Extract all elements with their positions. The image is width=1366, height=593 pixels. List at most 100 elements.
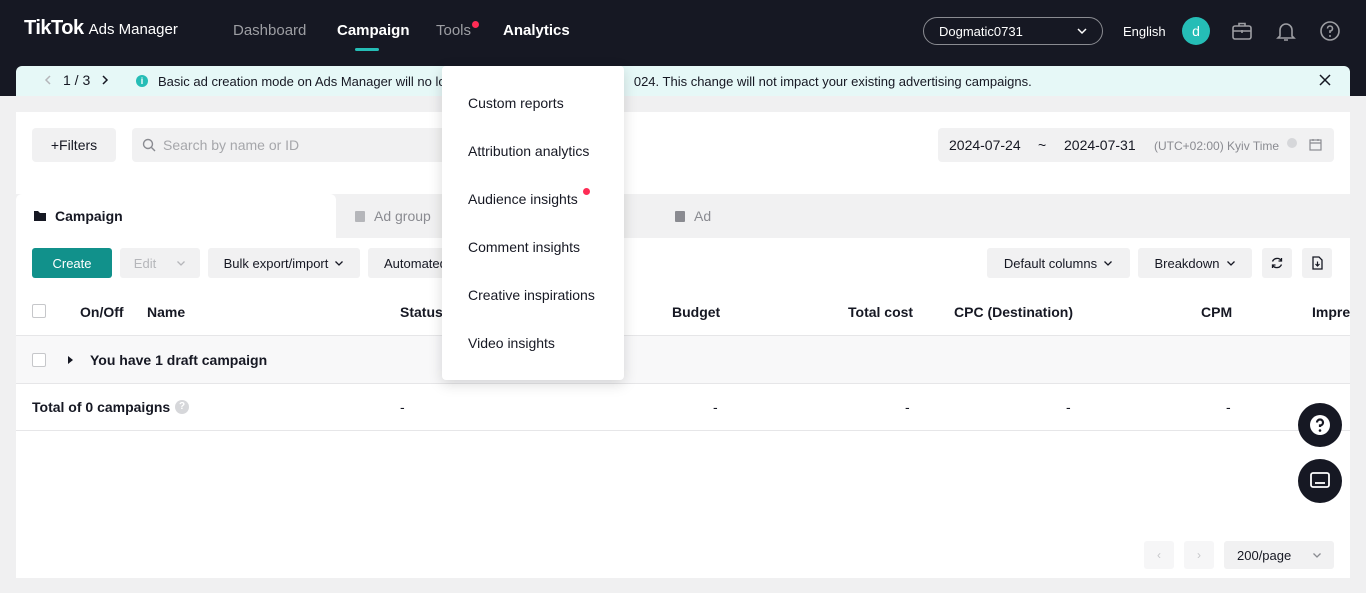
- filters-button[interactable]: +Filters: [32, 128, 116, 162]
- date-end: 2024-07-31: [1064, 137, 1136, 153]
- column-total-cost[interactable]: Total cost: [848, 304, 913, 320]
- tab-campaign[interactable]: Campaign: [16, 194, 336, 238]
- column-impressions[interactable]: Impre: [1312, 304, 1350, 320]
- tools-notification-dot: [472, 21, 479, 28]
- tiktok-ads-manager-logo[interactable]: TikTok Ads Manager: [24, 17, 178, 40]
- audience-insights-new-dot: [583, 188, 590, 195]
- notice-page-indicator: 1 / 3: [63, 72, 91, 88]
- chat-icon: [1310, 472, 1330, 488]
- menu-item-audience-insights[interactable]: Audience insights: [468, 191, 578, 207]
- column-on-off[interactable]: On/Off: [80, 304, 124, 320]
- draft-row-checkbox[interactable]: [32, 353, 46, 367]
- caret-right-icon[interactable]: [66, 355, 74, 365]
- chevron-down-icon: [1226, 261, 1235, 266]
- export-icon: [1311, 256, 1323, 270]
- page-size-label: 200/page: [1237, 548, 1292, 563]
- chevron-down-icon: [1313, 553, 1321, 558]
- default-columns-label: Default columns: [1003, 255, 1098, 271]
- account-name: Dogmatic0731: [939, 24, 1023, 39]
- plus-icon: +: [50, 137, 60, 153]
- date-separator: ~: [1038, 137, 1047, 153]
- ad-group-icon: [355, 210, 365, 222]
- search-box[interactable]: [132, 128, 452, 162]
- menu-item-attribution-analytics[interactable]: Attribution analytics: [468, 143, 589, 159]
- page-size-selector[interactable]: 200/page: [1224, 541, 1334, 569]
- column-cpm[interactable]: CPM: [1201, 304, 1232, 320]
- menu-item-creative-inspirations[interactable]: Creative inspirations: [468, 287, 595, 303]
- total-budget-value: -: [713, 399, 718, 415]
- date-range-picker[interactable]: 2024-07-24 ~ 2024-07-31 (UTC+02:00) Kyiv…: [938, 128, 1334, 162]
- tab-campaign-label: Campaign: [55, 208, 123, 224]
- chevron-down-icon: [177, 261, 186, 266]
- close-icon[interactable]: [1318, 73, 1332, 87]
- menu-item-video-insights[interactable]: Video insights: [468, 335, 555, 351]
- chevron-left-icon[interactable]: [43, 75, 53, 85]
- search-input[interactable]: [163, 128, 443, 162]
- prev-page-button[interactable]: ‹: [1144, 541, 1174, 569]
- nav-tools[interactable]: Tools: [436, 22, 471, 39]
- table-header: On/Off Name Status Budget Total cost CPC…: [16, 288, 1350, 336]
- draft-row-label: You have 1 draft campaign: [90, 352, 268, 368]
- export-button[interactable]: [1302, 248, 1332, 278]
- select-all-checkbox[interactable]: [32, 304, 46, 318]
- logo-main-text: TikTok: [24, 17, 84, 39]
- total-label: Total of 0 campaigns: [32, 399, 171, 415]
- nav-dashboard[interactable]: Dashboard: [233, 22, 306, 39]
- column-budget[interactable]: Budget: [672, 304, 720, 320]
- analytics-dropdown-menu: Custom reports Attribution analytics Aud…: [442, 66, 624, 380]
- nav-analytics[interactable]: Analytics: [503, 22, 570, 39]
- campaign-panel: +Filters 2024-07-24 ~ 2024-07-31 (UTC+02…: [16, 112, 1350, 578]
- next-page-button[interactable]: ›: [1184, 541, 1214, 569]
- create-button[interactable]: Create: [32, 248, 112, 278]
- draft-campaign-row[interactable]: You have 1 draft campaign: [16, 336, 1350, 384]
- folder-icon: [34, 211, 46, 221]
- notice-pager: 1 / 3: [43, 72, 110, 88]
- chat-support-button[interactable]: [1298, 459, 1342, 503]
- help-center-button[interactable]: [1298, 403, 1342, 447]
- refresh-icon: [1271, 257, 1283, 269]
- total-help-icon[interactable]: ?: [175, 400, 189, 414]
- total-cpc-value: -: [1066, 399, 1071, 415]
- timezone-info-icon: [1287, 138, 1297, 148]
- chevron-right-icon[interactable]: [100, 75, 110, 85]
- notice-message-part-2: 024. This change will not impact your ex…: [633, 74, 1032, 89]
- bell-icon[interactable]: [1275, 20, 1297, 42]
- total-row: Total of 0 campaigns ? - - - - -: [16, 384, 1350, 431]
- filters-button-label: Filters: [59, 137, 98, 153]
- chevron-down-icon: [1104, 261, 1113, 266]
- menu-item-custom-reports[interactable]: Custom reports: [468, 95, 564, 111]
- avatar[interactable]: d: [1182, 17, 1210, 45]
- search-icon: [142, 138, 156, 152]
- tab-ad-group-label: Ad group: [374, 208, 431, 224]
- total-cost-value: -: [905, 399, 910, 415]
- calendar-icon: [1309, 139, 1322, 151]
- date-start: 2024-07-24: [949, 137, 1021, 153]
- default-columns-button[interactable]: Default columns: [987, 248, 1130, 278]
- nav-campaign[interactable]: Campaign: [337, 22, 410, 39]
- breakdown-button[interactable]: Breakdown: [1138, 248, 1252, 278]
- ad-icon: [675, 210, 685, 222]
- info-icon: i: [136, 75, 148, 87]
- tab-ad[interactable]: Ad: [674, 194, 994, 238]
- notice-banner: 1 / 3 i Basic ad creation mode on Ads Ma…: [16, 66, 1350, 96]
- bulk-button-label: Bulk export/import: [223, 255, 329, 271]
- total-cpm-value: -: [1226, 399, 1231, 415]
- chevron-down-icon: [1077, 28, 1087, 35]
- level-tabs: Campaign Ad group Ad: [16, 194, 1350, 238]
- menu-item-comment-insights[interactable]: Comment insights: [468, 239, 580, 255]
- edit-button-label: Edit: [133, 255, 157, 271]
- bulk-export-import-button[interactable]: Bulk export/import: [208, 248, 360, 278]
- notice-message-part-1: Basic ad creation mode on Ads Manager wi…: [158, 74, 453, 89]
- briefcase-icon[interactable]: [1231, 20, 1253, 42]
- help-icon: [1310, 415, 1330, 435]
- account-selector[interactable]: Dogmatic0731: [923, 17, 1103, 45]
- breakdown-label: Breakdown: [1154, 255, 1220, 271]
- language-selector[interactable]: English: [1123, 24, 1166, 39]
- column-name[interactable]: Name: [147, 304, 185, 320]
- help-icon[interactable]: [1319, 20, 1341, 42]
- refresh-button[interactable]: [1262, 248, 1292, 278]
- column-cpc-destination[interactable]: CPC (Destination): [954, 304, 1073, 320]
- edit-button[interactable]: Edit: [120, 248, 200, 278]
- column-status[interactable]: Status: [400, 304, 443, 320]
- automated-button-label: Automated: [384, 255, 447, 271]
